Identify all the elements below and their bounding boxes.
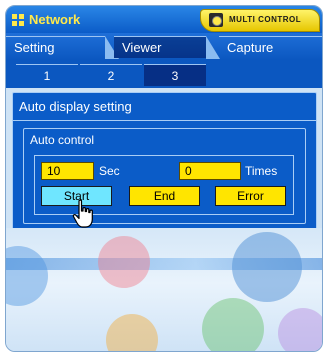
decorative-circle <box>98 236 150 288</box>
title-bar: Network MULTI CONTROL <box>6 6 322 33</box>
interval-unit-label: Sec <box>99 164 120 178</box>
divider <box>13 120 316 121</box>
decorative-circle <box>6 246 48 306</box>
group-title: Auto control <box>30 133 95 147</box>
tab-label: 3 <box>171 69 179 83</box>
tab-label: Viewer <box>122 40 162 55</box>
tab-divider <box>206 36 220 59</box>
decorative-circle <box>232 232 302 302</box>
network-grid-icon <box>12 14 24 26</box>
times-input[interactable]: 0 <box>179 162 241 180</box>
tab-label: 1 <box>43 69 51 83</box>
multi-control-badge: MULTI CONTROL <box>200 9 320 32</box>
end-button[interactable]: End <box>129 186 200 206</box>
tab-label: 2 <box>107 69 115 83</box>
tab-label: Setting <box>14 40 55 55</box>
sub-tab-bar: 1 2 3 <box>6 60 322 88</box>
auto-control-group: Auto control 10 Sec 0 Times Start End Er… <box>23 128 306 224</box>
tab-capture[interactable]: Capture <box>219 36 322 58</box>
tab-viewer[interactable]: Viewer <box>114 36 220 59</box>
tab-page-3[interactable]: 3 <box>144 64 206 86</box>
section-title: Auto display setting <box>19 99 132 114</box>
background-artwork <box>6 228 322 351</box>
hand-pointer-icon <box>72 199 93 228</box>
error-button[interactable]: Error <box>215 186 286 206</box>
tab-setting[interactable]: Setting <box>6 36 119 59</box>
decorative-circle <box>106 314 158 351</box>
main-tab-bar: Setting Viewer Capture <box>6 33 322 60</box>
projector-icon <box>209 13 223 27</box>
auto-display-section: Auto display setting Auto control 10 Sec… <box>12 92 317 230</box>
network-window: Network MULTI CONTROL Setting Viewer Cap… <box>5 5 323 352</box>
decorative-circle <box>202 298 264 351</box>
tab-label: Capture <box>227 40 274 55</box>
tab-page-1[interactable]: 1 <box>16 64 78 86</box>
times-unit-label: Times <box>245 164 278 178</box>
window-title: Network <box>29 12 81 27</box>
interval-input[interactable]: 10 <box>41 162 94 180</box>
tab-page-2[interactable]: 2 <box>80 64 142 86</box>
decorative-circle <box>278 308 322 351</box>
multi-control-label: MULTI CONTROL <box>229 15 302 24</box>
